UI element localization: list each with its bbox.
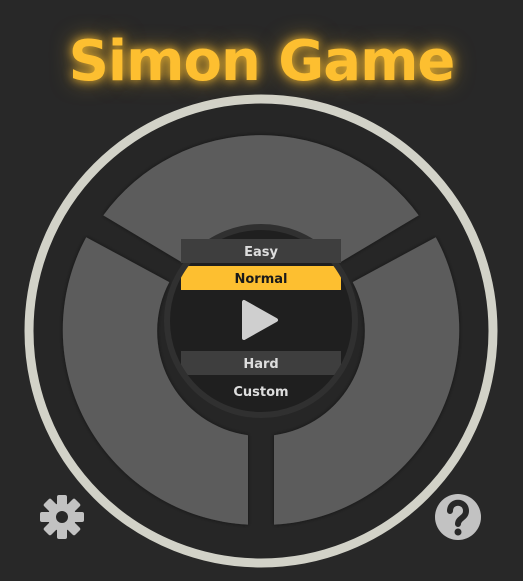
help-button[interactable]: [433, 492, 483, 542]
gear-icon: [40, 495, 84, 539]
settings-button[interactable]: [38, 493, 86, 541]
difficulty-easy[interactable]: Easy: [181, 239, 341, 263]
question-mark-icon: [435, 494, 481, 540]
play-button[interactable]: [231, 296, 291, 346]
difficulty-normal-label: Normal: [235, 272, 288, 287]
difficulty-hard-label: Hard: [243, 357, 278, 372]
difficulty-easy-label: Easy: [244, 245, 278, 260]
difficulty-custom[interactable]: Custom: [181, 380, 341, 402]
difficulty-custom-label: Custom: [233, 385, 288, 400]
game-title: Simon Game: [68, 29, 456, 94]
